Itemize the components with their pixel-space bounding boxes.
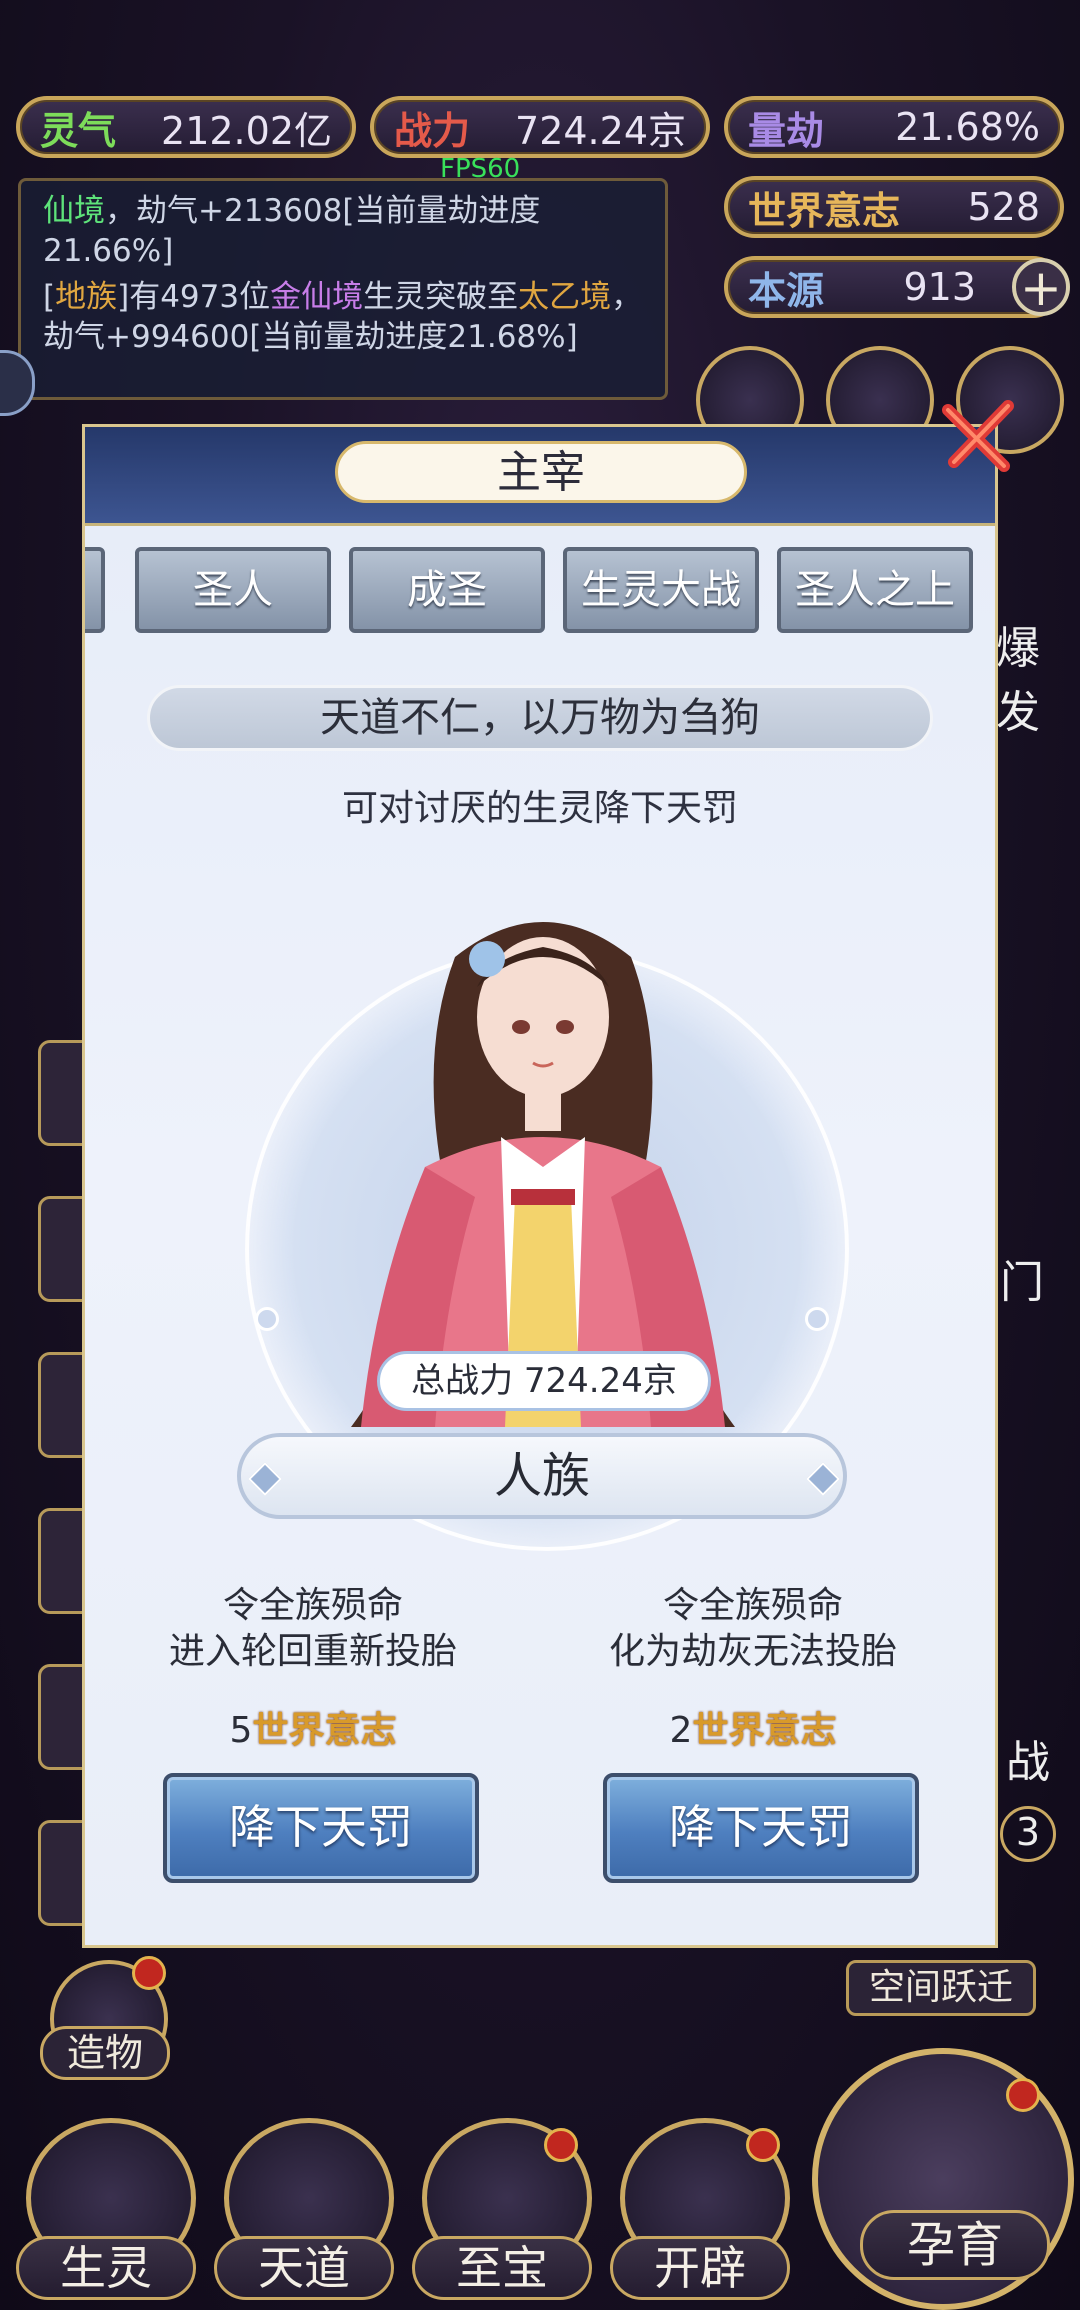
punish-annihilate-button[interactable]: 降下天罚	[603, 1773, 919, 1883]
race-selector[interactable]: 人族	[237, 1433, 847, 1519]
option-right-line1: 令全族殒命	[662, 1585, 843, 1626]
cost-amount: 2	[669, 1710, 693, 1751]
option-left-line2: 进入轮回重新投胎	[168, 1631, 457, 1672]
log-realm: 太乙境	[518, 279, 612, 315]
option-right-line2: 化为劫灰无法投胎	[608, 1631, 897, 1672]
option-left-cost: 5世界意志	[123, 1701, 503, 1753]
nav-creatures[interactable]: 生灵	[16, 2118, 196, 2310]
benyuan-value: 913	[903, 265, 976, 309]
notification-badge	[1006, 2078, 1040, 2112]
notification-badge	[746, 2128, 780, 2162]
shijie-yizhi-label: 世界意志	[748, 187, 901, 233]
log-text: ]有4973位	[117, 279, 271, 315]
nav-label: 至宝	[412, 2236, 592, 2300]
side-counter[interactable]: 3	[1000, 1806, 1056, 1862]
log-text: [	[43, 279, 56, 315]
zhanli-resource: 战力 724.24京	[370, 96, 710, 158]
zhanli-value: 724.24京	[515, 108, 686, 153]
side-label-gate[interactable]: 门	[1000, 1246, 1044, 1310]
log-text: ，劫气+213608[当前量劫进度21.66%]	[43, 193, 541, 269]
log-realm: 金仙境	[270, 279, 364, 315]
option-right-cost: 2世界意志	[563, 1701, 943, 1753]
character-portrait	[351, 922, 735, 1427]
motto-banner: 天道不仁，以万物为刍狗	[147, 685, 933, 751]
notification-badge	[132, 1956, 166, 1990]
tab-bar: 圣人 成圣 生灵大战 圣人之上	[85, 547, 995, 637]
lingqi-resource: 灵气 212.02亿	[16, 96, 356, 158]
option-left-desc: 令全族殒命 进入轮回重新投胎	[123, 1583, 503, 1675]
benyuan-label: 本源	[748, 267, 825, 313]
nav-treasure[interactable]: 至宝	[412, 2118, 592, 2310]
liangjie-value: 21.68%	[895, 105, 1040, 149]
side-label-burst[interactable]: 爆发	[996, 612, 1080, 740]
lingqi-value: 212.02亿	[161, 108, 332, 153]
notification-badge	[544, 2128, 578, 2162]
add-benyuan-button[interactable]: +	[1012, 258, 1070, 316]
liangjie-resource[interactable]: 量劫 21.68%	[724, 96, 1064, 158]
zhanli-label: 战力	[394, 107, 471, 153]
event-log: 仙境，劫气+213608[当前量劫进度21.66%] [地族]有4973位金仙境…	[18, 178, 668, 400]
cost-unit: 世界意志	[252, 1709, 397, 1751]
punish-reincarnate-button[interactable]: 降下天罚	[163, 1773, 479, 1883]
side-label-battle[interactable]: 战	[1006, 1726, 1050, 1790]
space-jump-button[interactable]: 空间跃迁	[846, 1960, 1036, 2016]
shijie-yizhi-resource[interactable]: 世界意志 528	[724, 176, 1064, 238]
tab-previous[interactable]	[85, 547, 105, 633]
tab-become-saint[interactable]: 成圣	[349, 547, 545, 633]
shijie-yizhi-value: 528	[967, 185, 1040, 229]
total-power-tag: 总战力 724.24京	[377, 1351, 711, 1411]
create-button[interactable]: 造物	[40, 1956, 170, 2090]
race-name: 人族	[493, 1448, 590, 1504]
cost-unit: 世界意志	[692, 1709, 837, 1751]
option-right-desc: 令全族殒命 化为劫灰无法投胎	[563, 1583, 943, 1675]
dialog-title: 主宰	[335, 441, 747, 503]
tab-creature-war[interactable]: 生灵大战	[563, 547, 759, 633]
create-label: 造物	[40, 2026, 170, 2080]
nav-label: 生灵	[16, 2236, 196, 2300]
ruler-dialog: 主宰 圣人 成圣 生灵大战 圣人之上 天道不仁，以万物为刍狗 可对讨厌的生灵降下…	[82, 424, 998, 1948]
cost-amount: 5	[229, 1710, 253, 1751]
log-entry: [地族]有4973位金仙境生灵突破至太乙境，劫气+994600[当前量劫进度21…	[43, 277, 643, 357]
log-entry: 仙境，劫气+213608[当前量劫进度21.66%]	[43, 191, 643, 271]
liangjie-label: 量劫	[748, 107, 825, 153]
dialog-subtitle: 可对讨厌的生灵降下天罚	[341, 788, 738, 829]
nav-creation[interactable]: 开辟	[610, 2118, 790, 2310]
nav-label: 天道	[214, 2236, 394, 2300]
tab-beyond-saint[interactable]: 圣人之上	[777, 547, 973, 633]
tab-saint[interactable]: 圣人	[135, 547, 331, 633]
log-race: 地族	[55, 279, 118, 315]
nav-label: 开辟	[610, 2236, 790, 2300]
nav-nurture[interactable]: 孕育	[860, 2210, 1050, 2280]
lingqi-label: 灵气	[40, 107, 117, 153]
log-realm: 仙境	[43, 193, 105, 229]
nav-heaven-dao[interactable]: 天道	[214, 2118, 394, 2310]
close-icon[interactable]	[938, 392, 1022, 476]
log-text: 生灵突破至	[363, 279, 519, 315]
option-left-line1: 令全族殒命	[222, 1585, 403, 1626]
